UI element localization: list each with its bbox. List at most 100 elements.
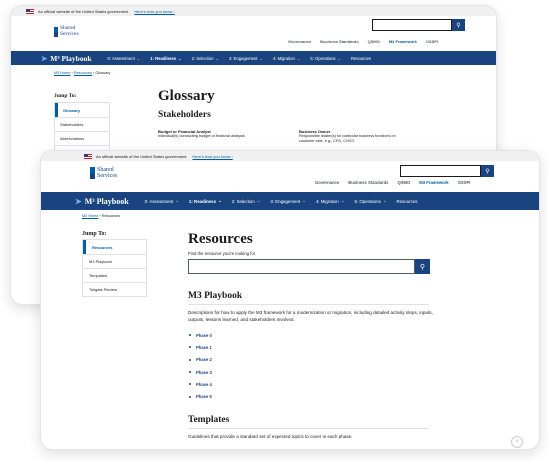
util-governance[interactable]: Governance (288, 39, 311, 44)
nav-item-label: 2: Selection (191, 55, 214, 61)
nav-item-assessment[interactable]: 0: Assessment ⌄ (145, 198, 179, 204)
gov-banner-link[interactable]: Here's how you know › (192, 154, 232, 159)
resource-search: ⚲ (188, 259, 430, 274)
phase-link[interactable]: Phase 2 (189, 354, 212, 366)
logo-line2: Services (60, 30, 79, 37)
jump-item-abbreviations[interactable]: Abbreviations (55, 131, 109, 145)
shared-services-logo[interactable]: Shared Services (90, 167, 117, 179)
gov-banner-link[interactable]: Here's how you know › (134, 9, 174, 14)
chevron-down-icon: ⌄ (382, 198, 387, 203)
definition-item: Budget or Financial Analyst Individual(s… (158, 129, 268, 139)
bullet-icon (189, 334, 191, 337)
header-search-input[interactable] (400, 165, 481, 177)
nav-item-engagement[interactable]: 3: Engagement ⌄ (229, 56, 263, 61)
phase-link[interactable]: Phase 5 (189, 390, 212, 402)
bullet-icon (189, 346, 191, 349)
nav-brand[interactable]: ➤ M³ Playbook (41, 54, 92, 63)
nav-item-readiness[interactable]: 1: Readiness ⌄ (150, 56, 181, 61)
phase-link[interactable]: Phase 4 (189, 378, 212, 390)
header-search-button[interactable]: ⚲ (452, 19, 465, 31)
util-business-standards[interactable]: Business Standards (348, 180, 388, 185)
nav-item-assessment[interactable]: 0: Assessment ⌄ (108, 56, 141, 61)
bullet-icon (189, 383, 191, 386)
nav-item-operations[interactable]: 5: Operations ⌄ (354, 198, 386, 204)
phase-link[interactable]: Phase 3 (189, 366, 212, 378)
us-flag-icon (84, 153, 92, 159)
templates-description: Guidelines that provide a standard set o… (188, 434, 353, 439)
chevron-down-icon: ⌄ (215, 55, 220, 61)
phase-link-label: Phase 2 (196, 357, 212, 363)
chevron-down-icon: ⌄ (175, 198, 179, 203)
util-business-standards[interactable]: Business Standards (320, 39, 358, 44)
breadcrumb-current: Glossary (95, 71, 111, 75)
phase-link-label: Phase 0 (196, 332, 212, 338)
chevron-down-icon: ⌄ (340, 198, 345, 203)
search-icon: ⚲ (485, 168, 490, 175)
resource-search-button[interactable]: ⚲ (415, 259, 430, 274)
util-osspi[interactable]: OSSPI (458, 180, 471, 185)
nav-item-label: 4: Migration (315, 198, 339, 204)
bullet-icon (189, 371, 191, 374)
jump-item-templates[interactable]: Templates (83, 268, 146, 282)
gov-banner-text: An official website of the United States… (38, 8, 129, 14)
util-qsmo[interactable]: QSMO (397, 180, 410, 185)
shared-services-logo[interactable]: Shared Services (54, 25, 79, 37)
util-osspi[interactable]: OSSPI (426, 39, 438, 44)
nav-item-operations[interactable]: 5: Operations ⌄ (310, 56, 341, 61)
phase-link[interactable]: Phase 0 (189, 329, 212, 341)
nav-item-label: 0: Assessment (107, 55, 135, 61)
search-icon: ⚲ (419, 263, 426, 271)
back-to-top-button[interactable]: ↑ (511, 436, 523, 448)
nav-item-label: 1: Readiness (150, 55, 177, 61)
resource-search-label: Find the resource you're looking for (188, 251, 256, 256)
nav-brand[interactable]: ➤ M³ Playbook (75, 197, 129, 206)
nav-item-label: 0: Assessment (144, 198, 174, 204)
phase-link[interactable]: Phase 1 (189, 341, 212, 353)
nav-item-label: 1: Readiness (188, 198, 217, 204)
jump-item-tollgate-review[interactable]: Tollgate Review (83, 282, 146, 296)
header-search: ⚲ (400, 165, 494, 177)
jump-item-m3-playbook[interactable]: M3 Playbook (83, 254, 146, 268)
bullet-icon (189, 395, 191, 398)
nav-item-label: 3: Engagement (270, 198, 301, 204)
divider (188, 304, 429, 305)
nav-item-selection[interactable]: 2: Selection ⌄ (232, 198, 261, 204)
util-m3-framework[interactable]: M3 Framework (389, 39, 417, 44)
main-nav: ➤ M³ Playbook 0: Assessment ⌄ 1: Readiness… (41, 192, 539, 210)
breadcrumb-resources[interactable]: Resources (74, 71, 92, 75)
breadcrumb: M3 Home › Resources › Glossary (54, 71, 110, 75)
gov-banner: An official website of the United States… (41, 151, 539, 161)
gov-banner-text: An official website of the United States… (96, 153, 187, 159)
chevron-down-icon: ⌄ (256, 198, 261, 203)
jump-item-resources[interactable]: Resources (83, 240, 146, 254)
phase-list: Phase 0 Phase 1 Phase 2 Phase 3 Phase 4 … (189, 329, 212, 403)
nav-item-resources[interactable]: Resources (351, 56, 371, 61)
search-icon: ⚲ (456, 22, 461, 29)
header-search-input[interactable] (372, 19, 452, 31)
nav-item-migration[interactable]: 4: Migration ⌄ (316, 198, 345, 204)
breadcrumb-home[interactable]: M3 Home (82, 214, 98, 218)
util-m3-framework[interactable]: M3 Framework (419, 180, 448, 185)
nav-item-migration[interactable]: 4: Migration ⌄ (273, 56, 300, 61)
nav-item-resources[interactable]: Resources (397, 199, 418, 204)
nav-item-readiness[interactable]: 1: Readiness ⌄ (189, 198, 222, 204)
nav-item-label: 2: Selection (231, 198, 255, 204)
section-heading: Stakeholders (158, 110, 211, 120)
breadcrumb-home[interactable]: M3 Home (54, 71, 70, 75)
logo-mark-icon (54, 26, 58, 37)
util-qsmo[interactable]: QSMO (368, 39, 380, 44)
chevron-down-icon: ⌄ (302, 198, 306, 203)
header-search-button[interactable]: ⚲ (481, 165, 494, 177)
jump-item-glossary[interactable]: Glossary (55, 103, 109, 117)
nav-item-engagement[interactable]: 3: Engagement ⌄ (270, 198, 305, 204)
gov-banner: An official website of the United States… (11, 6, 496, 16)
page-title: Resources (188, 231, 253, 247)
nav-item-selection[interactable]: 2: Selection ⌄ (192, 56, 219, 61)
playbook-heading: M3 Playbook (188, 291, 243, 301)
chevron-down-icon: ⌄ (337, 55, 342, 61)
util-governance[interactable]: Governance (315, 180, 339, 185)
resource-search-input[interactable] (188, 259, 415, 274)
definition-text: Individual(s) conducting budget or finan… (158, 134, 245, 138)
nav-item-label: 3: Engagement (229, 55, 258, 61)
jump-item-stakeholders[interactable]: Stakeholders (55, 117, 109, 131)
